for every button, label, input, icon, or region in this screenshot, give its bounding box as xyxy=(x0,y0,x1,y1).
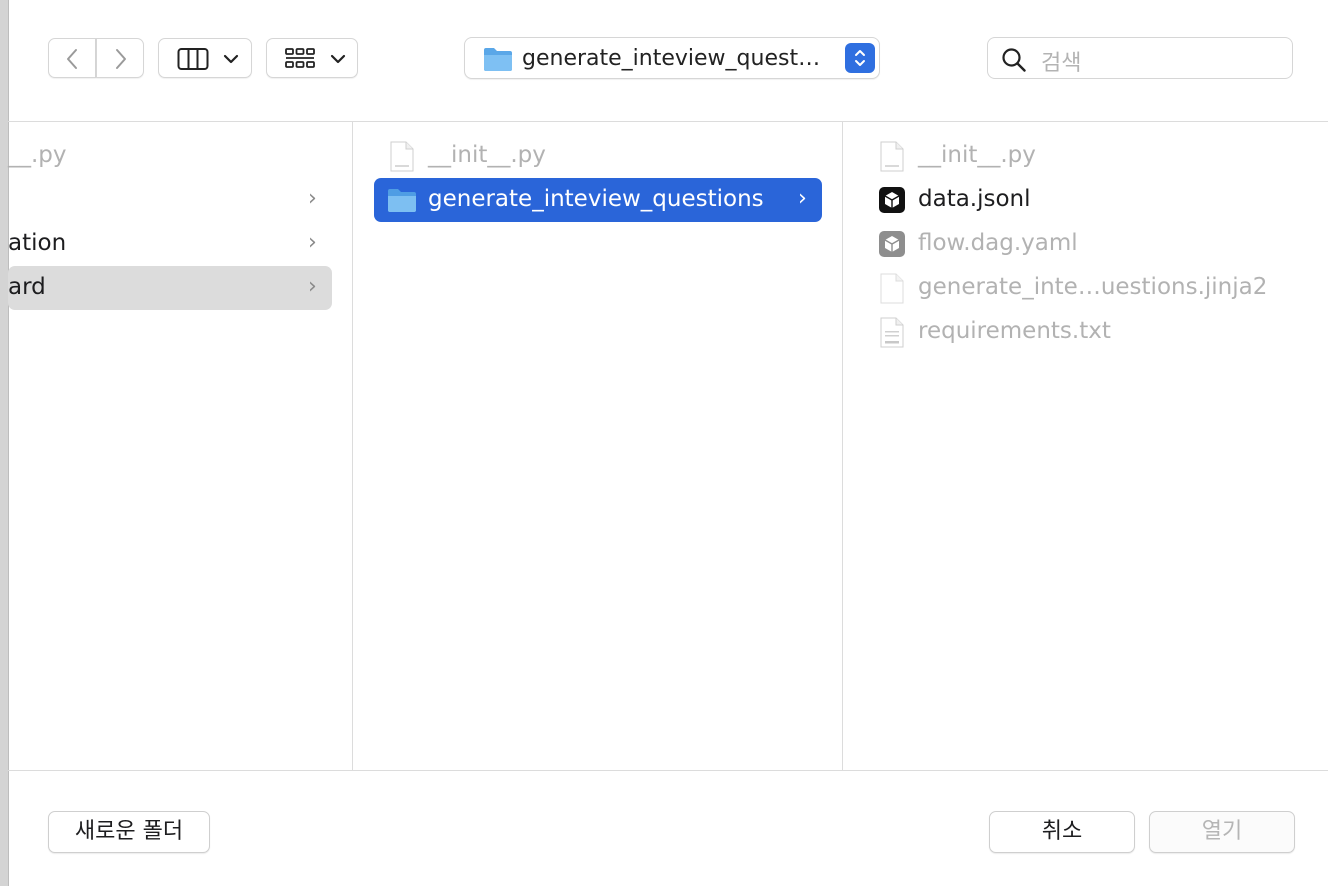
list-item[interactable]: requirements.txt xyxy=(862,310,1302,354)
chevron-left-icon xyxy=(67,49,77,69)
txt-file-icon xyxy=(880,317,904,348)
list-item[interactable]: __.py xyxy=(8,134,332,178)
path-popup[interactable]: generate_inteview_quest… xyxy=(464,37,880,79)
list-item[interactable]: ard › xyxy=(8,266,332,310)
python-file-icon xyxy=(390,141,414,172)
cancel-button[interactable]: 취소 xyxy=(989,811,1135,853)
chevron-right-icon xyxy=(116,49,126,69)
column-divider-1 xyxy=(352,122,353,770)
chevron-right-icon: › xyxy=(798,186,807,211)
path-stepper[interactable] xyxy=(845,43,875,73)
list-item[interactable]: ation › xyxy=(8,222,332,266)
python-file-icon xyxy=(880,141,904,172)
list-item[interactable]: flow.dag.yaml xyxy=(862,222,1302,266)
list-item[interactable]: data.jsonl xyxy=(862,178,1302,222)
footer-divider xyxy=(8,770,1328,771)
chevron-right-icon: › xyxy=(308,186,317,211)
folder-icon xyxy=(484,48,512,71)
view-mode-button[interactable] xyxy=(158,38,252,78)
chevron-right-icon: › xyxy=(308,274,317,299)
columns-view-icon xyxy=(177,48,209,70)
open-button[interactable]: 열기 xyxy=(1149,811,1295,853)
list-item[interactable]: › xyxy=(8,178,332,222)
list-item[interactable]: generate_inteview_questions › xyxy=(374,178,822,222)
chevron-down-icon xyxy=(330,54,346,64)
group-by-button[interactable] xyxy=(266,38,358,78)
forward-button[interactable] xyxy=(96,38,144,78)
yaml-file-icon xyxy=(879,231,905,257)
list-item[interactable]: generate_inte…uestions.jinja2 xyxy=(862,266,1302,310)
blank-file-icon xyxy=(880,273,904,304)
folder-icon xyxy=(388,189,416,212)
search-field[interactable]: 검색 xyxy=(987,37,1293,79)
window-left-edge xyxy=(0,0,9,886)
chevron-right-icon: › xyxy=(308,230,317,255)
back-button[interactable] xyxy=(48,38,96,78)
search-icon xyxy=(1002,48,1026,72)
up-down-chevron-icon xyxy=(855,50,865,66)
jsonl-file-icon xyxy=(879,187,905,213)
toolbar-divider xyxy=(8,121,1328,122)
chevron-down-icon xyxy=(223,54,239,64)
list-item[interactable]: __init__.py xyxy=(862,134,1302,178)
grid-group-icon xyxy=(285,48,315,68)
list-item[interactable]: __init__.py xyxy=(374,134,822,178)
new-folder-button[interactable]: 새로운 폴더 xyxy=(48,811,210,853)
path-label: generate_inteview_quest… xyxy=(522,46,821,71)
column-divider-2 xyxy=(842,122,843,770)
search-placeholder: 검색 xyxy=(1041,51,1082,76)
